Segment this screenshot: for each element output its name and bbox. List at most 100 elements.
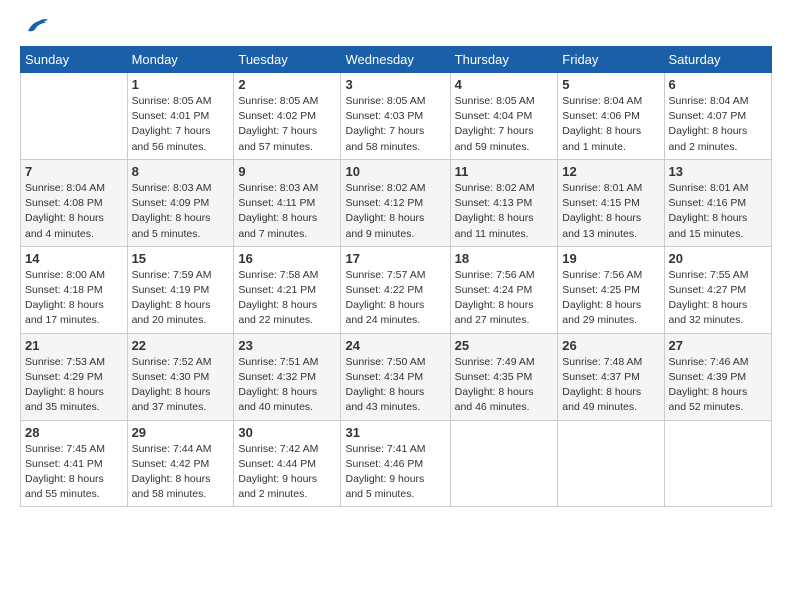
weekday-header-wednesday: Wednesday [341, 47, 450, 73]
day-info: Sunrise: 7:59 AMSunset: 4:19 PMDaylight:… [132, 268, 230, 329]
day-number: 9 [238, 164, 336, 179]
calendar-cell [664, 420, 771, 507]
header [20, 16, 772, 36]
day-number: 17 [345, 251, 445, 266]
calendar-cell: 5 Sunrise: 8:04 AMSunset: 4:06 PMDaylight… [558, 73, 664, 160]
calendar-cell: 11 Sunrise: 8:02 AMSunset: 4:13 PMDayligh… [450, 159, 558, 246]
day-info: Sunrise: 7:51 AMSunset: 4:32 PMDaylight:… [238, 355, 336, 416]
calendar-cell: 24 Sunrise: 7:50 AMSunset: 4:34 PMDayligh… [341, 333, 450, 420]
week-row-4: 21Sunrise: 7:53 AMSunset: 4:29 PMDayligh… [21, 333, 772, 420]
calendar-cell [21, 73, 128, 160]
day-number: 27 [669, 338, 767, 353]
calendar-cell: 15 Sunrise: 7:59 AMSunset: 4:19 PMDayligh… [127, 246, 234, 333]
day-number: 1 [132, 77, 230, 92]
calendar-cell: 19 Sunrise: 7:56 AMSunset: 4:25 PMDayligh… [558, 246, 664, 333]
week-row-3: 14 Sunrise: 8:00 AMSunset: 4:18 PMDayligh… [21, 246, 772, 333]
day-info: Sunrise: 8:05 AMSunset: 4:02 PMDaylight:… [238, 94, 336, 155]
calendar-cell: 17 Sunrise: 7:57 AMSunset: 4:22 PMDayligh… [341, 246, 450, 333]
day-info: Sunrise: 7:57 AMSunset: 4:22 PMDaylight:… [345, 268, 445, 329]
day-number: 5 [562, 77, 659, 92]
day-number: 28 [25, 425, 123, 440]
day-info: Sunrise: 7:45 AMSunset: 4:41 PMDaylight:… [25, 442, 123, 503]
calendar-cell: 9 Sunrise: 8:03 AMSunset: 4:11 PMDaylight… [234, 159, 341, 246]
calendar-cell: 1 Sunrise: 8:05 AMSunset: 4:01 PMDaylight… [127, 73, 234, 160]
day-number: 24 [345, 338, 445, 353]
calendar-cell: 8 Sunrise: 8:03 AMSunset: 4:09 PMDaylight… [127, 159, 234, 246]
day-info: Sunrise: 8:03 AMSunset: 4:09 PMDaylight:… [132, 181, 230, 242]
weekday-header-friday: Friday [558, 47, 664, 73]
logo-bird-icon [24, 16, 48, 36]
calendar-cell: 7Sunrise: 8:04 AMSunset: 4:08 PMDaylight… [21, 159, 128, 246]
calendar-cell: 22Sunrise: 7:52 AMSunset: 4:30 PMDayligh… [127, 333, 234, 420]
day-number: 21 [25, 338, 123, 353]
weekday-header-tuesday: Tuesday [234, 47, 341, 73]
calendar-cell: 20Sunrise: 7:55 AMSunset: 4:27 PMDayligh… [664, 246, 771, 333]
day-number: 2 [238, 77, 336, 92]
calendar-cell: 6Sunrise: 8:04 AMSunset: 4:07 PMDaylight… [664, 73, 771, 160]
day-info: Sunrise: 7:50 AMSunset: 4:34 PMDaylight:… [345, 355, 445, 416]
day-info: Sunrise: 7:48 AMSunset: 4:37 PMDaylight:… [562, 355, 659, 416]
day-number: 20 [669, 251, 767, 266]
day-number: 15 [132, 251, 230, 266]
day-number: 29 [132, 425, 230, 440]
day-info: Sunrise: 8:05 AMSunset: 4:04 PMDaylight:… [455, 94, 554, 155]
day-number: 30 [238, 425, 336, 440]
day-number: 25 [455, 338, 554, 353]
calendar-cell: 30Sunrise: 7:42 AMSunset: 4:44 PMDayligh… [234, 420, 341, 507]
day-number: 13 [669, 164, 767, 179]
day-number: 6 [669, 77, 767, 92]
day-number: 4 [455, 77, 554, 92]
calendar-cell [558, 420, 664, 507]
weekday-header-saturday: Saturday [664, 47, 771, 73]
day-info: Sunrise: 7:58 AMSunset: 4:21 PMDaylight:… [238, 268, 336, 329]
day-number: 26 [562, 338, 659, 353]
day-number: 19 [562, 251, 659, 266]
calendar-cell: 14 Sunrise: 8:00 AMSunset: 4:18 PMDayligh… [21, 246, 128, 333]
page: SundayMondayTuesdayWednesdayThursdayFrid… [0, 0, 792, 517]
day-number: 3 [345, 77, 445, 92]
day-info: Sunrise: 7:49 AMSunset: 4:35 PMDaylight:… [455, 355, 554, 416]
day-number: 31 [345, 425, 445, 440]
day-info: Sunrise: 7:46 AMSunset: 4:39 PMDaylight:… [669, 355, 767, 416]
calendar-cell: 18Sunrise: 7:56 AMSunset: 4:24 PMDayligh… [450, 246, 558, 333]
calendar-cell [450, 420, 558, 507]
day-info: Sunrise: 8:00 AMSunset: 4:18 PMDaylight:… [25, 268, 123, 329]
week-row-2: 7Sunrise: 8:04 AMSunset: 4:08 PMDaylight… [21, 159, 772, 246]
week-row-1: 1 Sunrise: 8:05 AMSunset: 4:01 PMDaylight… [21, 73, 772, 160]
day-info: Sunrise: 8:04 AMSunset: 4:06 PMDaylight:… [562, 94, 659, 155]
day-info: Sunrise: 8:04 AMSunset: 4:08 PMDaylight:… [25, 181, 123, 242]
day-number: 12 [562, 164, 659, 179]
calendar-cell: 26 Sunrise: 7:48 AMSunset: 4:37 PMDayligh… [558, 333, 664, 420]
day-info: Sunrise: 7:44 AMSunset: 4:42 PMDaylight:… [132, 442, 230, 503]
day-number: 14 [25, 251, 123, 266]
day-number: 18 [455, 251, 554, 266]
calendar-cell: 31Sunrise: 7:41 AMSunset: 4:46 PMDayligh… [341, 420, 450, 507]
day-info: Sunrise: 8:05 AMSunset: 4:01 PMDaylight:… [132, 94, 230, 155]
calendar-cell: 16 Sunrise: 7:58 AMSunset: 4:21 PMDayligh… [234, 246, 341, 333]
calendar-cell: 4 Sunrise: 8:05 AMSunset: 4:04 PMDaylight… [450, 73, 558, 160]
weekday-header-row: SundayMondayTuesdayWednesdayThursdayFrid… [21, 47, 772, 73]
weekday-header-sunday: Sunday [21, 47, 128, 73]
week-row-5: 28 Sunrise: 7:45 AMSunset: 4:41 PMDayligh… [21, 420, 772, 507]
day-number: 16 [238, 251, 336, 266]
day-info: Sunrise: 8:02 AMSunset: 4:12 PMDaylight:… [345, 181, 445, 242]
day-number: 22 [132, 338, 230, 353]
day-info: Sunrise: 7:56 AMSunset: 4:25 PMDaylight:… [562, 268, 659, 329]
day-number: 8 [132, 164, 230, 179]
day-number: 10 [345, 164, 445, 179]
calendar-table: SundayMondayTuesdayWednesdayThursdayFrid… [20, 46, 772, 507]
day-info: Sunrise: 8:01 AMSunset: 4:16 PMDaylight:… [669, 181, 767, 242]
day-number: 23 [238, 338, 336, 353]
weekday-header-thursday: Thursday [450, 47, 558, 73]
day-number: 11 [455, 164, 554, 179]
calendar-cell: 10 Sunrise: 8:02 AMSunset: 4:12 PMDayligh… [341, 159, 450, 246]
calendar-cell: 21Sunrise: 7:53 AMSunset: 4:29 PMDayligh… [21, 333, 128, 420]
calendar-cell: 12Sunrise: 8:01 AMSunset: 4:15 PMDayligh… [558, 159, 664, 246]
weekday-header-monday: Monday [127, 47, 234, 73]
calendar-cell: 25 Sunrise: 7:49 AMSunset: 4:35 PMDayligh… [450, 333, 558, 420]
day-info: Sunrise: 8:02 AMSunset: 4:13 PMDaylight:… [455, 181, 554, 242]
calendar-cell: 29 Sunrise: 7:44 AMSunset: 4:42 PMDayligh… [127, 420, 234, 507]
day-info: Sunrise: 8:03 AMSunset: 4:11 PMDaylight:… [238, 181, 336, 242]
calendar-cell: 3Sunrise: 8:05 AMSunset: 4:03 PMDaylight… [341, 73, 450, 160]
calendar-cell: 2 Sunrise: 8:05 AMSunset: 4:02 PMDaylight… [234, 73, 341, 160]
